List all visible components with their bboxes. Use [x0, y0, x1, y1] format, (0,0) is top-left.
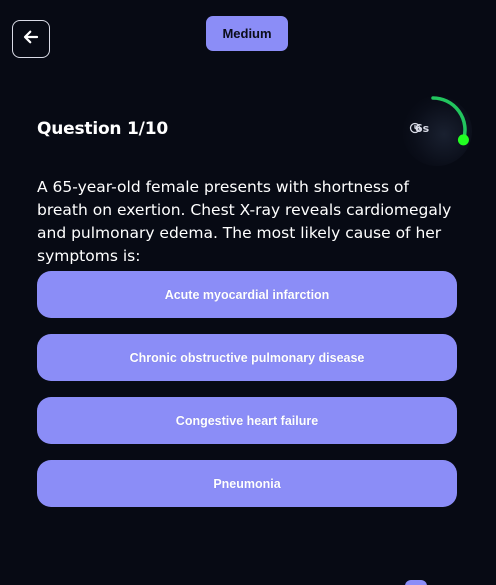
timer-label: 6s	[409, 122, 429, 135]
arrow-left-icon	[22, 28, 40, 50]
answer-option-4[interactable]: Pneumonia	[37, 460, 457, 507]
bottom-floating-button[interactable]	[405, 580, 427, 585]
back-button[interactable]	[12, 20, 50, 58]
answer-options: Acute myocardial infarction Chronic obst…	[37, 271, 457, 523]
timer-ring	[431, 96, 469, 146]
answer-option-1[interactable]: Acute myocardial infarction	[37, 271, 457, 318]
difficulty-badge: Medium	[206, 16, 288, 51]
question-counter: Question 1/10	[37, 119, 168, 139]
answer-option-3[interactable]: Congestive heart failure	[37, 397, 457, 444]
countdown-timer: 6s	[396, 92, 472, 166]
quiz-screen: Medium Question 1/10 6s A 65-year-old fe…	[0, 0, 496, 585]
timer-progress-dot	[457, 134, 469, 146]
timer-progress-arc	[431, 96, 467, 142]
question-text: A 65-year-old female presents with short…	[37, 178, 452, 265]
answer-option-2[interactable]: Chronic obstructive pulmonary disease	[37, 334, 457, 381]
